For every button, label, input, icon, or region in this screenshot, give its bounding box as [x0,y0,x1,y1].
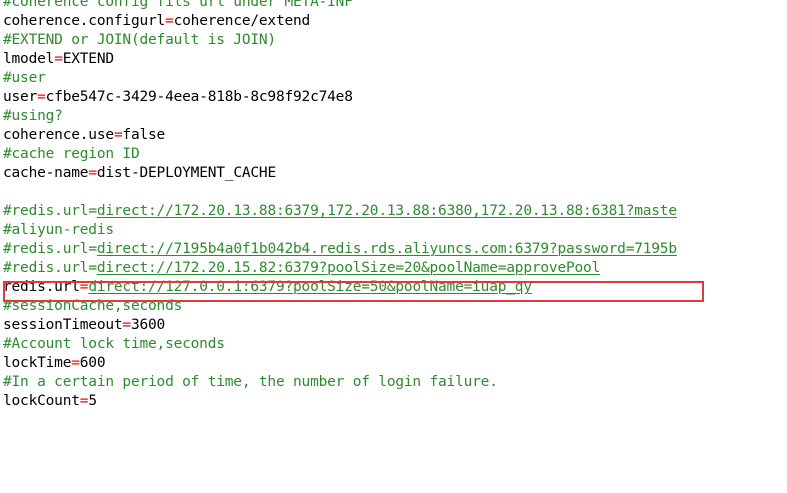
equals-sign: = [37,89,46,105]
code-line: #redis.url=direct://172.20.15.82:6379?po… [3,259,600,278]
property-value: 5 [88,393,97,409]
url-link: direct://7195b4a0f1b042b4.redis.rds.aliy… [96,241,677,257]
equals-sign: = [88,260,97,276]
code-line: #redis.url=direct://7195b4a0f1b042b4.red… [3,240,677,259]
property-value: 3600 [130,317,166,333]
code-line: lockCount=5 [3,392,97,411]
code-line: #sessionCache,seconds [3,297,182,316]
equals-sign: = [88,165,97,181]
property-key: sessionTimeout [3,317,123,333]
comment-text: #EXTEND or JOIN(default is JOIN) [3,32,276,48]
comment-text: #Account lock time,seconds [3,336,225,352]
property-key: redis.url [3,279,80,295]
url-link: direct://172.20.15.82:6379?poolSize=20&p… [96,260,601,276]
comment-key: #redis.url [3,260,89,276]
code-line: #cache region ID [3,145,140,164]
comment-text: #In a certain period of time, the number… [3,374,498,390]
code-line: #Account lock time,seconds [3,335,225,354]
property-key: lockCount [3,393,80,409]
equals-sign: = [165,13,174,29]
code-line: #coherence config fils url under META-IN… [3,0,353,12]
comment-key: #redis.url [3,203,89,219]
property-key: cache-name [3,165,89,181]
code-line: coherence.use=false [3,126,165,145]
equals-sign: = [88,241,97,257]
code-line: user=cfbe547c-3429-4eea-818b-8c98f92c74e… [3,88,353,107]
url-link: direct://127.0.0.1:6379?poolSize=50&pool… [88,279,532,295]
code-line: redis.url=direct://127.0.0.1:6379?poolSi… [3,278,532,297]
property-key: user [3,89,38,105]
code-line: #user [3,69,46,88]
property-key: coherence.use [3,127,114,143]
code-line: #In a certain period of time, the number… [3,373,498,392]
comment-text: #coherence config fils url under META-IN… [3,0,353,10]
url-link: direct://172.20.13.88:6379,172.20.13.88:… [96,203,677,219]
code-line: cache-name=dist-DEPLOYMENT_CACHE [3,164,276,183]
property-value: false [122,127,166,143]
comment-text: #user [3,70,46,86]
property-value: dist-DEPLOYMENT_CACHE [96,165,276,181]
equals-sign: = [88,203,97,219]
property-value: 600 [79,355,106,371]
property-value: cfbe547c-3429-4eea-818b-8c98f92c74e8 [45,89,353,105]
text-editor[interactable]: #coherence config fils url under META-IN… [0,0,787,493]
comment-text: #sessionCache,seconds [3,298,183,314]
property-key: lmodel [3,51,55,67]
equals-sign: = [71,355,80,371]
code-line: lockTime=600 [3,354,106,373]
code-line: #aliyun-redis [3,221,114,240]
property-value: coherence/extend [173,13,311,29]
code-line: #using? [3,107,63,126]
equals-sign: = [54,51,63,67]
equals-sign: = [122,317,131,333]
code-line: #redis.url=direct://172.20.13.88:6379,17… [3,202,677,221]
comment-text: #using? [3,108,63,124]
comment-text: #cache region ID [3,146,140,162]
comment-key: #redis.url [3,241,89,257]
code-line: sessionTimeout=3600 [3,316,165,335]
code-line: lmodel=EXTEND [3,50,114,69]
property-key: coherence.configurl [3,13,166,29]
comment-text: #aliyun-redis [3,222,114,238]
property-value: EXTEND [62,51,114,67]
code-line: coherence.configurl=coherence/extend [3,12,310,31]
property-key: lockTime [3,355,72,371]
code-line: #EXTEND or JOIN(default is JOIN) [3,31,276,50]
